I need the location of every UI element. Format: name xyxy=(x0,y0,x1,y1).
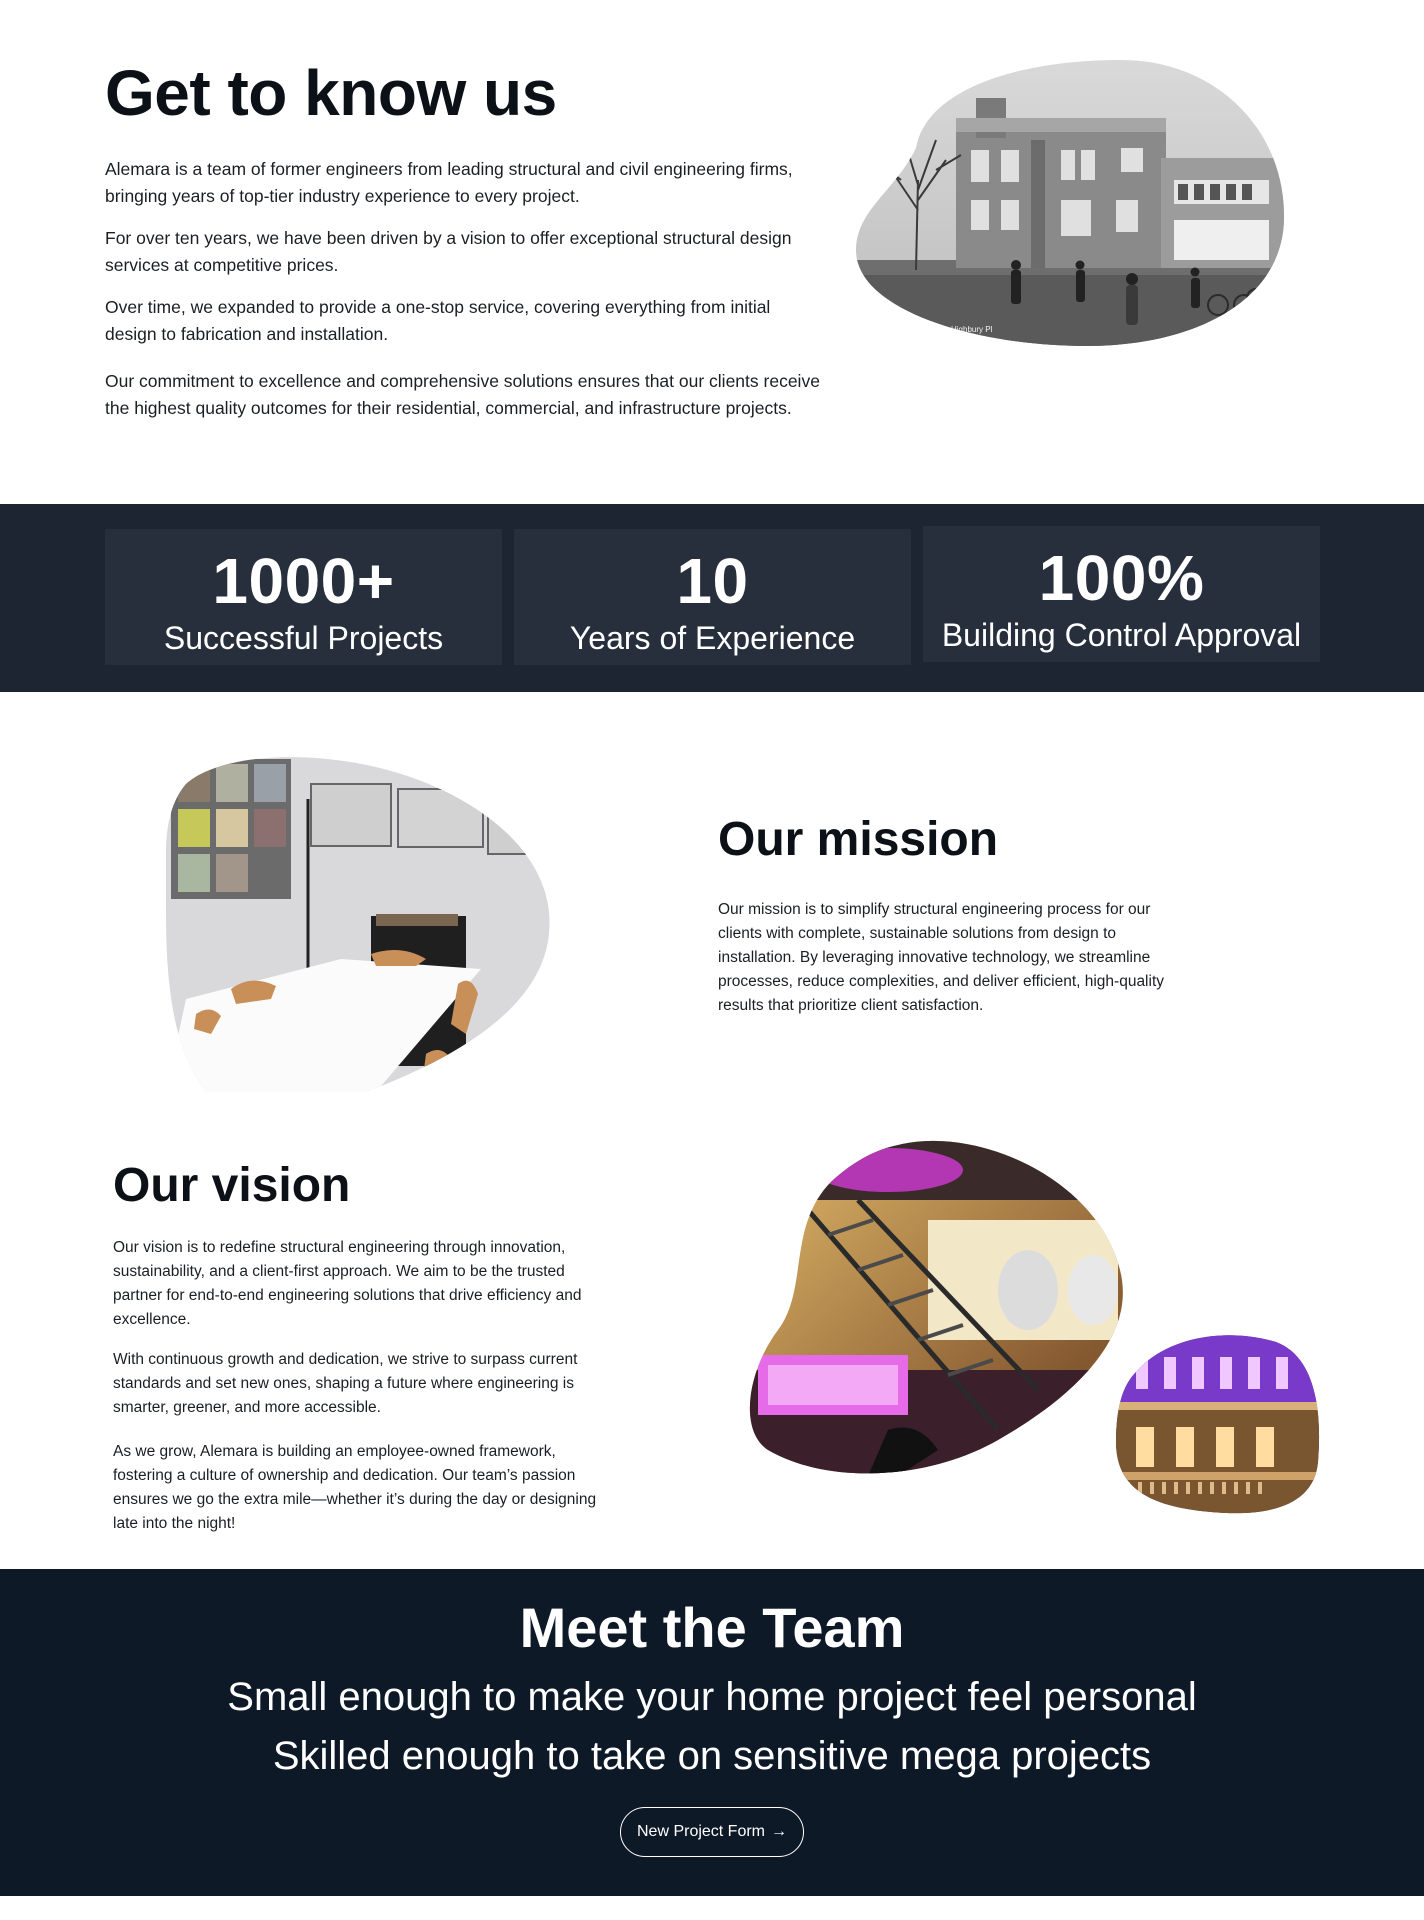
about-paragraph: For over ten years, we have been driven … xyxy=(105,228,792,275)
mission-title: Our mission xyxy=(718,813,999,866)
vision-title: Our vision xyxy=(113,1159,351,1212)
about-paragraph: Our commitment to excellence and compreh… xyxy=(105,371,820,418)
street-building-photo: Highbury Pl xyxy=(856,60,1284,346)
stat-card-approval: 100% Building Control Approval xyxy=(923,526,1320,662)
new-project-form-button[interactable]: New Project Form → xyxy=(620,1807,804,1857)
team-band: Meet the Team Small enough to make your … xyxy=(0,1569,1424,1896)
vision-paragraph: With continuous growth and dedication, w… xyxy=(113,1351,578,1416)
stat-value: 1000+ xyxy=(212,545,395,617)
stat-card-experience: 10 Years of Experience xyxy=(514,529,911,665)
cta-label: New Project Form xyxy=(636,1823,766,1840)
mission-text: Our mission is to simplify structural en… xyxy=(718,901,1165,1014)
team-subtitle-mega: Skilled enough to take on sensitive mega… xyxy=(272,1734,1152,1778)
office-lobby-photo xyxy=(749,1140,1123,1474)
meeting-room-photo xyxy=(166,757,550,1092)
stat-label: Building Control Approval xyxy=(941,617,1302,653)
vision-paragraph: Our vision is to redefine structural eng… xyxy=(113,1239,582,1328)
stat-value: 100% xyxy=(1038,542,1205,614)
stat-value: 10 xyxy=(676,545,749,617)
about-title: Get to know us xyxy=(105,57,557,129)
stat-label: Successful Projects xyxy=(163,620,444,656)
team-title: Meet the Team xyxy=(519,1596,905,1659)
team-subtitle-personal: Small enough to make your home project f… xyxy=(227,1675,1197,1719)
about-paragraph: Over time, we expanded to provide a one-… xyxy=(105,297,771,344)
about-section: Get to know us Alemara is a team of form… xyxy=(0,0,1424,504)
stat-label: Years of Experience xyxy=(569,620,856,656)
stats-band: 1000+ Successful Projects 10 Years of Ex… xyxy=(0,504,1424,692)
vision-text: Our vision is to redefine structural eng… xyxy=(113,1236,613,1552)
arrow-right-icon: → xyxy=(771,1823,788,1840)
about-text: Alemara is a team of former engineers fr… xyxy=(105,156,825,437)
vision-paragraph: As we grow, Alemara is building an emplo… xyxy=(113,1443,597,1532)
about-paragraph: Alemara is a team of former engineers fr… xyxy=(105,159,793,206)
illuminated-building-photo xyxy=(1116,1335,1320,1514)
stat-card-projects: 1000+ Successful Projects xyxy=(105,529,502,665)
street-sign-text: Highbury Pl xyxy=(951,325,993,334)
